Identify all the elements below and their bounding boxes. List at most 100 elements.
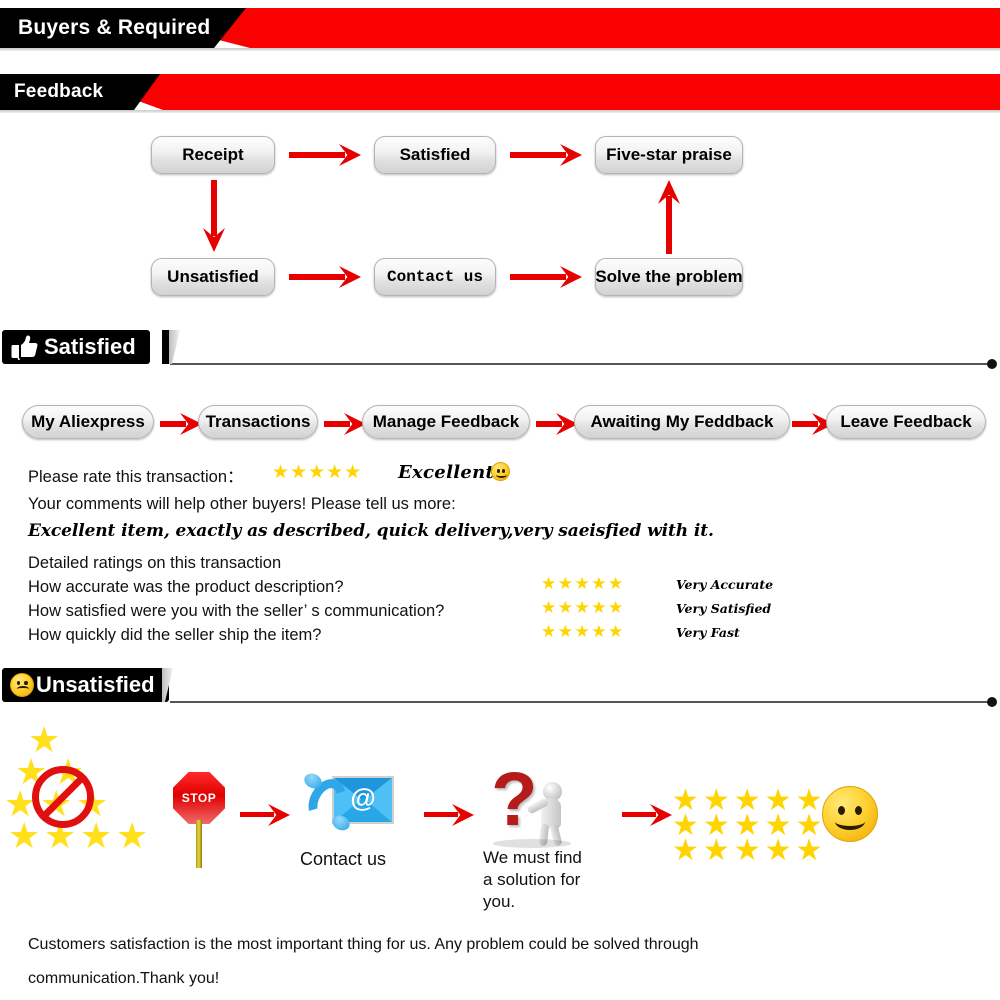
stop-pole (196, 820, 202, 868)
breadcrumb-label: My Aliexpress (31, 412, 145, 431)
solution-caption-line2: a solution for (483, 870, 581, 889)
five-star-grid-icon: ★★★★★ ★★★★★ ★★★★★ (672, 786, 827, 867)
flow-node-label: Receipt (182, 145, 244, 164)
smiley-mouth (835, 813, 865, 830)
flow-node-unsatisfied[interactable]: Unsatisfied (151, 258, 275, 296)
section-tab-unsatisfied: Unsatisfied (2, 668, 169, 702)
banner-feedback: Feedback (0, 74, 1000, 113)
rating-stars[interactable]: ★★★★★ (541, 622, 625, 642)
flow-node-label: Contact us (386, 268, 483, 286)
prohibition-slash (38, 772, 88, 822)
section-rule (170, 701, 994, 703)
arrow-shaft (324, 421, 350, 427)
flow-node-contact-us[interactable]: Contact us (374, 258, 496, 296)
stars-prohibited-icon: ★ ★ ★ ★ ★ ★ ★ ★ ★ ★ (4, 722, 178, 856)
detailed-ratings-heading: Detailed ratings on this transaction (28, 554, 282, 572)
banner-buyers-label: Buyers & Required (18, 16, 211, 39)
stop-label: STOP (181, 791, 217, 805)
thumbs-up-icon (10, 334, 40, 361)
rating-question: How satisfied were you with the seller’ … (28, 602, 445, 620)
flow-node-five-star-praise[interactable]: Five-star praise (595, 136, 743, 174)
smiley-face-icon (491, 462, 510, 481)
star-grid-row: ★★★★★ (672, 834, 827, 867)
section-tab-skew (155, 668, 173, 702)
arrow-receipt-to-satisfied (289, 144, 361, 166)
rating-question: How accurate was the product description… (28, 578, 344, 596)
breadcrumb-item-transactions[interactable]: Transactions (198, 405, 318, 439)
flow-node-label: Solve the problem (595, 267, 743, 286)
banner-underline (0, 48, 1000, 51)
person-figure-icon (526, 782, 571, 847)
rating-stars[interactable]: ★★★★★ (541, 574, 625, 594)
flow-node-label: Satisfied (399, 145, 471, 164)
comment-text: Excellent item, exactly as described, qu… (28, 521, 714, 541)
flow-node-solve-the-problem[interactable]: Solve the problem (595, 258, 743, 296)
rating-verdict: Very Accurate (676, 577, 774, 592)
banner-feedback-label: Feedback (14, 81, 104, 102)
solution-caption-line3: you. (483, 892, 516, 911)
footer-line-2: communication.Thank you! (28, 970, 220, 987)
flow-node-satisfied[interactable]: Satisfied (374, 136, 496, 174)
arrow-shaft (510, 152, 566, 158)
rate-word: Excellent (398, 462, 495, 483)
rating-stars[interactable]: ★★★★★ (541, 598, 625, 618)
prohibition-sign-icon (32, 766, 94, 828)
arrow-shaft (536, 421, 562, 427)
section-title-satisfied: Satisfied (44, 334, 136, 359)
arrow-shaft (666, 196, 672, 254)
section-rule (170, 363, 994, 365)
banner-underline (0, 110, 1000, 113)
banner-black-tab: Buyers & Required (0, 8, 246, 48)
flow-node-receipt[interactable]: Receipt (151, 136, 275, 174)
breadcrumb-label: Manage Feedback (372, 412, 520, 431)
footer-line-1: Customers satisfaction is the most impor… (28, 936, 699, 953)
rate-prompt: Please rate this transaction： (28, 468, 244, 486)
breadcrumb-arrow-3 (536, 413, 578, 435)
section-header-satisfied: Satisfied (0, 330, 1000, 374)
arrow-unsatisfied-to-contact (289, 266, 361, 288)
happy-smiley-icon (822, 786, 878, 842)
rating-verdict: Very Satisfied (676, 601, 772, 616)
arrow-receipt-to-unsatisfied (203, 180, 225, 252)
illustration-arrow-2 (424, 804, 474, 826)
sad-eye-right (24, 681, 28, 685)
breadcrumb-label: Transactions (205, 412, 311, 431)
breadcrumb-item-leave-feedback[interactable]: Leave Feedback (826, 405, 986, 439)
illustration-arrow-1 (240, 804, 290, 826)
arrow-shaft (211, 180, 217, 236)
breadcrumb-arrow-1 (160, 413, 202, 435)
breadcrumb-label: Leave Feedback (840, 412, 972, 431)
breadcrumb-item-awaiting-my-feddback[interactable]: Awaiting My Feddback (574, 405, 790, 439)
stop-octagon: STOP (173, 772, 225, 824)
flow-node-label: Unsatisfied (167, 267, 259, 286)
telephone-handset-icon (300, 770, 356, 834)
comments-prompt: Your comments will help other buyers! Pl… (28, 495, 456, 513)
smiley-mouth (496, 472, 507, 478)
banner-buyers-required: Buyers & Required (0, 8, 1000, 51)
star-glyph: ★ (80, 815, 113, 856)
arrow-shaft (289, 152, 345, 158)
breadcrumb-arrow-2 (324, 413, 366, 435)
arrow-shaft (240, 812, 274, 817)
arrow-solve-to-five-star (658, 180, 680, 254)
arrow-shaft (160, 421, 186, 427)
arrow-shaft (510, 274, 566, 280)
phone-email-icon: @ (298, 768, 394, 842)
breadcrumb-item-manage-feedback[interactable]: Manage Feedback (362, 405, 530, 439)
section-tab-satisfied: Satisfied (2, 330, 150, 364)
breadcrumb-label: Awaiting My Feddback (590, 412, 774, 431)
solution-caption-line1: We must find (483, 848, 582, 867)
section-header-unsatisfied: Unsatisfied (0, 668, 1000, 712)
arrow-contact-to-solve (510, 266, 582, 288)
arrow-shaft (622, 812, 656, 817)
rate-stars[interactable]: ★★★★★ (272, 461, 362, 484)
breadcrumb-item-my-aliexpress[interactable]: My Aliexpress (22, 405, 154, 439)
flow-node-label: Five-star praise (606, 145, 732, 164)
sad-eye-left (16, 681, 20, 685)
star-glyph: ★ (116, 815, 149, 856)
section-title-unsatisfied: Unsatisfied (36, 672, 155, 697)
arrow-shaft (289, 274, 345, 280)
banner-black-tab: Feedback (0, 74, 160, 110)
rating-verdict: Very Fast (676, 625, 740, 640)
section-end-dot (987, 697, 997, 707)
